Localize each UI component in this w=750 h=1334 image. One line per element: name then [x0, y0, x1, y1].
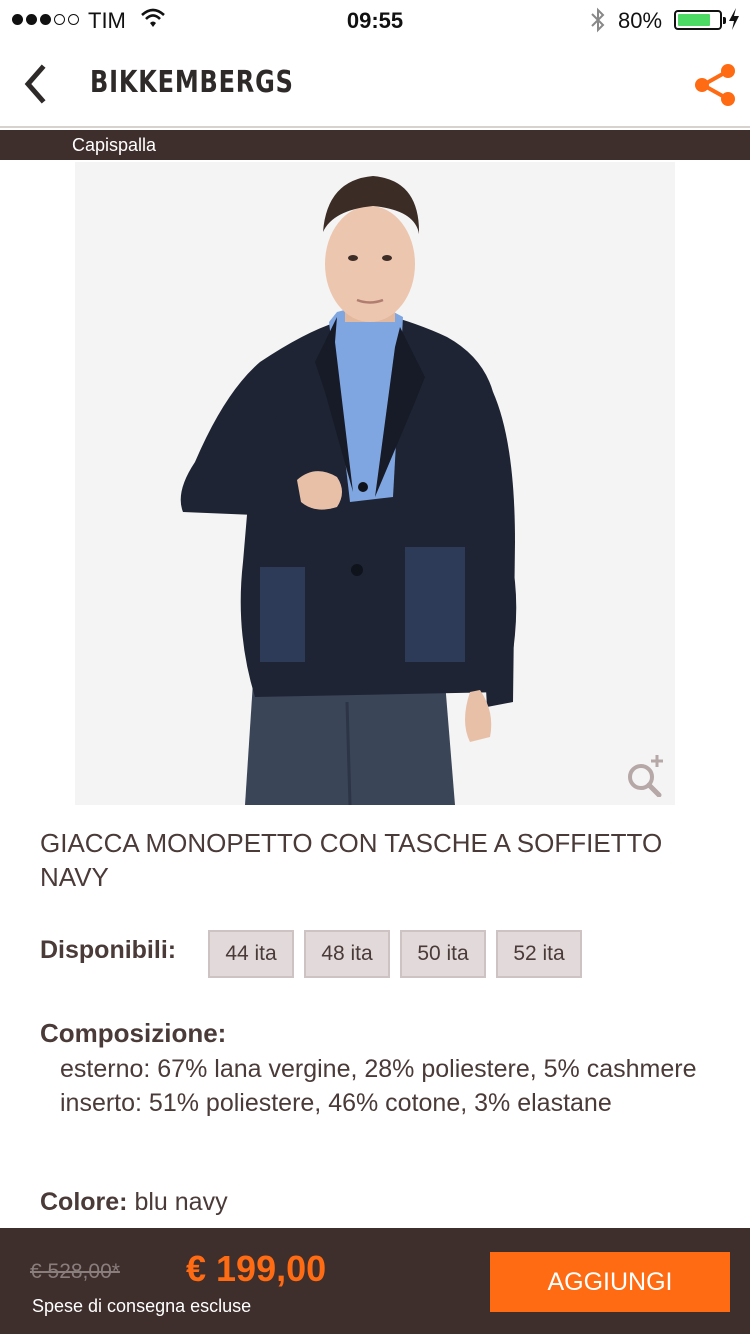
brand-logo: BIKKEMBERGS: [90, 65, 294, 100]
share-button[interactable]: [692, 62, 738, 108]
original-price: € 528,00*: [30, 1260, 120, 1283]
battery-icon: [674, 10, 726, 30]
color-row: Colore: blu navy: [40, 1188, 228, 1217]
back-button[interactable]: [18, 62, 58, 106]
purchase-bar: € 528,00* € 199,00 Spese di consegna esc…: [0, 1228, 750, 1334]
add-to-cart-button[interactable]: AGGIUNGI: [490, 1252, 730, 1312]
status-bar: TIM 09:55 80%: [0, 0, 750, 40]
size-option[interactable]: 50 ita: [400, 930, 486, 978]
available-sizes-label: Disponibili:: [40, 936, 177, 964]
composition-details: esterno: 67% lana vergine, 28% poliester…: [60, 1052, 700, 1120]
category-label: Capispalla: [72, 135, 157, 155]
size-selector: 44 ita 48 ita 50 ita 52 ita: [208, 930, 582, 978]
charging-bolt-icon: [727, 6, 741, 38]
sale-price: € 199,00: [186, 1248, 327, 1289]
product-image[interactable]: [75, 162, 675, 805]
size-option[interactable]: 44 ita: [208, 930, 294, 978]
size-option[interactable]: 48 ita: [304, 930, 390, 978]
chevron-left-icon: [24, 64, 46, 104]
composition-line: inserto: 51% poliestere, 46% cotone, 3% …: [60, 1089, 612, 1117]
product-photo: [75, 162, 675, 805]
share-icon: [695, 64, 735, 106]
size-option[interactable]: 52 ita: [496, 930, 582, 978]
composition-line: esterno: 67% lana vergine, 28% poliester…: [60, 1055, 697, 1083]
product-title: GIACCA MONOPETTO CON TASCHE A SOFFIETTO …: [40, 828, 663, 892]
zoom-in-button[interactable]: [623, 753, 667, 797]
battery-percentage: 80%: [618, 8, 663, 33]
zoom-in-icon: [628, 755, 663, 797]
navigation-bar: BIKKEMBERGS: [0, 40, 750, 128]
color-value: blu navy: [134, 1188, 228, 1216]
shipping-note: Spese di consegna escluse: [32, 1296, 252, 1316]
bluetooth-icon: [588, 6, 608, 40]
category-strip: Capispalla: [0, 130, 750, 160]
color-label: Colore:: [40, 1188, 128, 1216]
composition-label: Composizione:: [40, 1018, 227, 1048]
